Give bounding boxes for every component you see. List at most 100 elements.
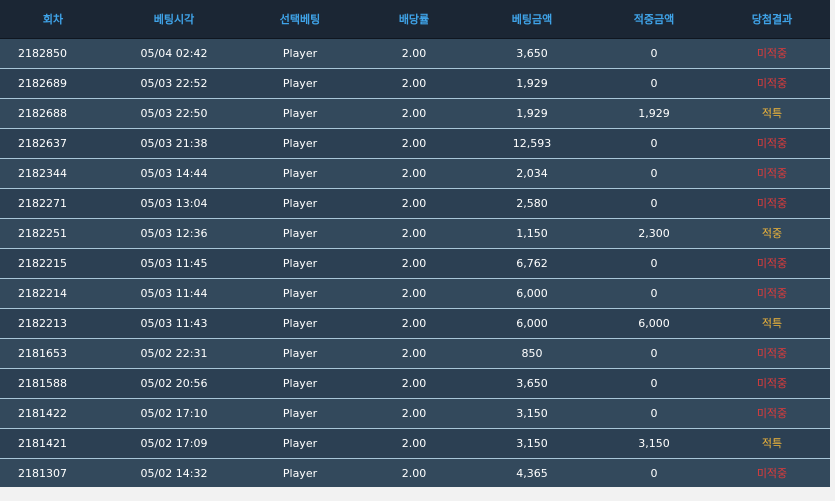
cell-bet-time: 05/03 13:04 [106,188,242,219]
cell-pick: Player [242,158,358,189]
table-row: 2181421 05/02 17:09 Player 2.00 3,150 3,150 적특 [0,428,830,459]
cell-round: 2182637 [0,128,106,159]
table-row: 2181588 05/02 20:56 Player 2.00 3,650 0 미적중 [0,368,830,399]
cell-bet-amount: 6,762 [470,248,594,279]
table-row: 2181422 05/02 17:10 Player 2.00 3,150 0 미적중 [0,398,830,429]
table-row: 2182213 05/03 11:43 Player 2.00 6,000 6,000 적특 [0,308,830,339]
cell-bet-amount: 6,000 [470,308,594,339]
cell-win-amount: 0 [594,188,714,219]
cell-round: 2182251 [0,218,106,249]
cell-win-amount: 0 [594,398,714,429]
cell-result: 미적중 [714,278,830,309]
cell-round: 2182213 [0,308,106,339]
cell-win-amount: 0 [594,458,714,489]
page-edge-right [830,0,835,501]
table-body: 2182850 05/04 02:42 Player 2.00 3,650 0 미적중 218… [0,38,830,489]
cell-bet-time: 05/04 02:42 [106,38,242,69]
cell-pick: Player [242,68,358,99]
cell-result: 미적중 [714,338,830,369]
header-bet-amount: 베팅금액 [470,0,594,39]
header-result: 당첨결과 [714,0,830,39]
cell-bet-amount: 1,150 [470,218,594,249]
cell-odds: 2.00 [358,458,470,489]
cell-round: 2182214 [0,278,106,309]
cell-pick: Player [242,98,358,129]
cell-win-amount: 6,000 [594,308,714,339]
cell-odds: 2.00 [358,398,470,429]
cell-odds: 2.00 [358,248,470,279]
table-row: 2182637 05/03 21:38 Player 2.00 12,593 0 미적중 [0,128,830,159]
cell-pick: Player [242,398,358,429]
cell-odds: 2.00 [358,218,470,249]
cell-bet-time: 05/03 21:38 [106,128,242,159]
cell-result: 적중 [714,218,830,249]
cell-round: 2182850 [0,38,106,69]
cell-result: 미적중 [714,158,830,189]
header-round: 회차 [0,0,106,39]
table-row: 2182214 05/03 11:44 Player 2.00 6,000 0 미적중 [0,278,830,309]
cell-result: 미적중 [714,38,830,69]
table-row: 2182850 05/04 02:42 Player 2.00 3,650 0 미적중 [0,38,830,69]
table-row: 2182344 05/03 14:44 Player 2.00 2,034 0 미적중 [0,158,830,189]
cell-win-amount: 0 [594,278,714,309]
cell-bet-time: 05/03 11:43 [106,308,242,339]
cell-round: 2181588 [0,368,106,399]
cell-win-amount: 0 [594,338,714,369]
cell-odds: 2.00 [358,308,470,339]
cell-odds: 2.00 [358,98,470,129]
cell-bet-amount: 4,365 [470,458,594,489]
header-row: 회차 베팅시각 선택베팅 배당률 베팅금액 적중금액 당첨결과 [0,0,830,39]
table-header: 회차 베팅시각 선택베팅 배당률 베팅금액 적중금액 당첨결과 [0,0,830,39]
cell-round: 2182689 [0,68,106,99]
table-row: 2182689 05/03 22:52 Player 2.00 1,929 0 미적중 [0,68,830,99]
cell-round: 2182688 [0,98,106,129]
header-pick: 선택베팅 [242,0,358,39]
bet-history-panel: 회차 베팅시각 선택베팅 배당률 베팅금액 적중금액 당첨결과 2182850 0… [0,0,830,489]
cell-bet-time: 05/02 17:10 [106,398,242,429]
cell-odds: 2.00 [358,158,470,189]
page-edge-bottom [0,487,835,501]
cell-bet-time: 05/02 20:56 [106,368,242,399]
header-bet-time: 베팅시각 [106,0,242,39]
cell-odds: 2.00 [358,38,470,69]
cell-win-amount: 0 [594,128,714,159]
cell-odds: 2.00 [358,68,470,99]
table-row: 2181307 05/02 14:32 Player 2.00 4,365 0 미적중 [0,458,830,489]
cell-bet-amount: 1,929 [470,98,594,129]
cell-round: 2182215 [0,248,106,279]
cell-odds: 2.00 [358,278,470,309]
cell-bet-amount: 12,593 [470,128,594,159]
cell-result: 미적중 [714,188,830,219]
table-row: 2182215 05/03 11:45 Player 2.00 6,762 0 미적중 [0,248,830,279]
cell-bet-amount: 3,150 [470,428,594,459]
cell-win-amount: 1,929 [594,98,714,129]
cell-bet-amount: 850 [470,338,594,369]
cell-bet-amount: 3,650 [470,38,594,69]
cell-bet-time: 05/02 17:09 [106,428,242,459]
cell-result: 미적중 [714,248,830,279]
cell-win-amount: 3,150 [594,428,714,459]
cell-bet-time: 05/03 22:52 [106,68,242,99]
cell-result: 미적중 [714,368,830,399]
cell-bet-time: 05/03 12:36 [106,218,242,249]
cell-pick: Player [242,338,358,369]
cell-win-amount: 0 [594,68,714,99]
cell-pick: Player [242,248,358,279]
cell-odds: 2.00 [358,188,470,219]
cell-pick: Player [242,38,358,69]
cell-result: 미적중 [714,398,830,429]
cell-win-amount: 0 [594,368,714,399]
cell-bet-time: 05/03 22:50 [106,98,242,129]
cell-pick: Player [242,368,358,399]
table-row: 2182271 05/03 13:04 Player 2.00 2,580 0 미적중 [0,188,830,219]
cell-odds: 2.00 [358,128,470,159]
cell-pick: Player [242,308,358,339]
cell-win-amount: 2,300 [594,218,714,249]
header-win-amount: 적중금액 [594,0,714,39]
table-row: 2181653 05/02 22:31 Player 2.00 850 0 미적중 [0,338,830,369]
cell-bet-amount: 6,000 [470,278,594,309]
cell-bet-amount: 3,150 [470,398,594,429]
header-odds: 배당률 [358,0,470,39]
table-row: 2182688 05/03 22:50 Player 2.00 1,929 1,929 적특 [0,98,830,129]
cell-bet-amount: 1,929 [470,68,594,99]
